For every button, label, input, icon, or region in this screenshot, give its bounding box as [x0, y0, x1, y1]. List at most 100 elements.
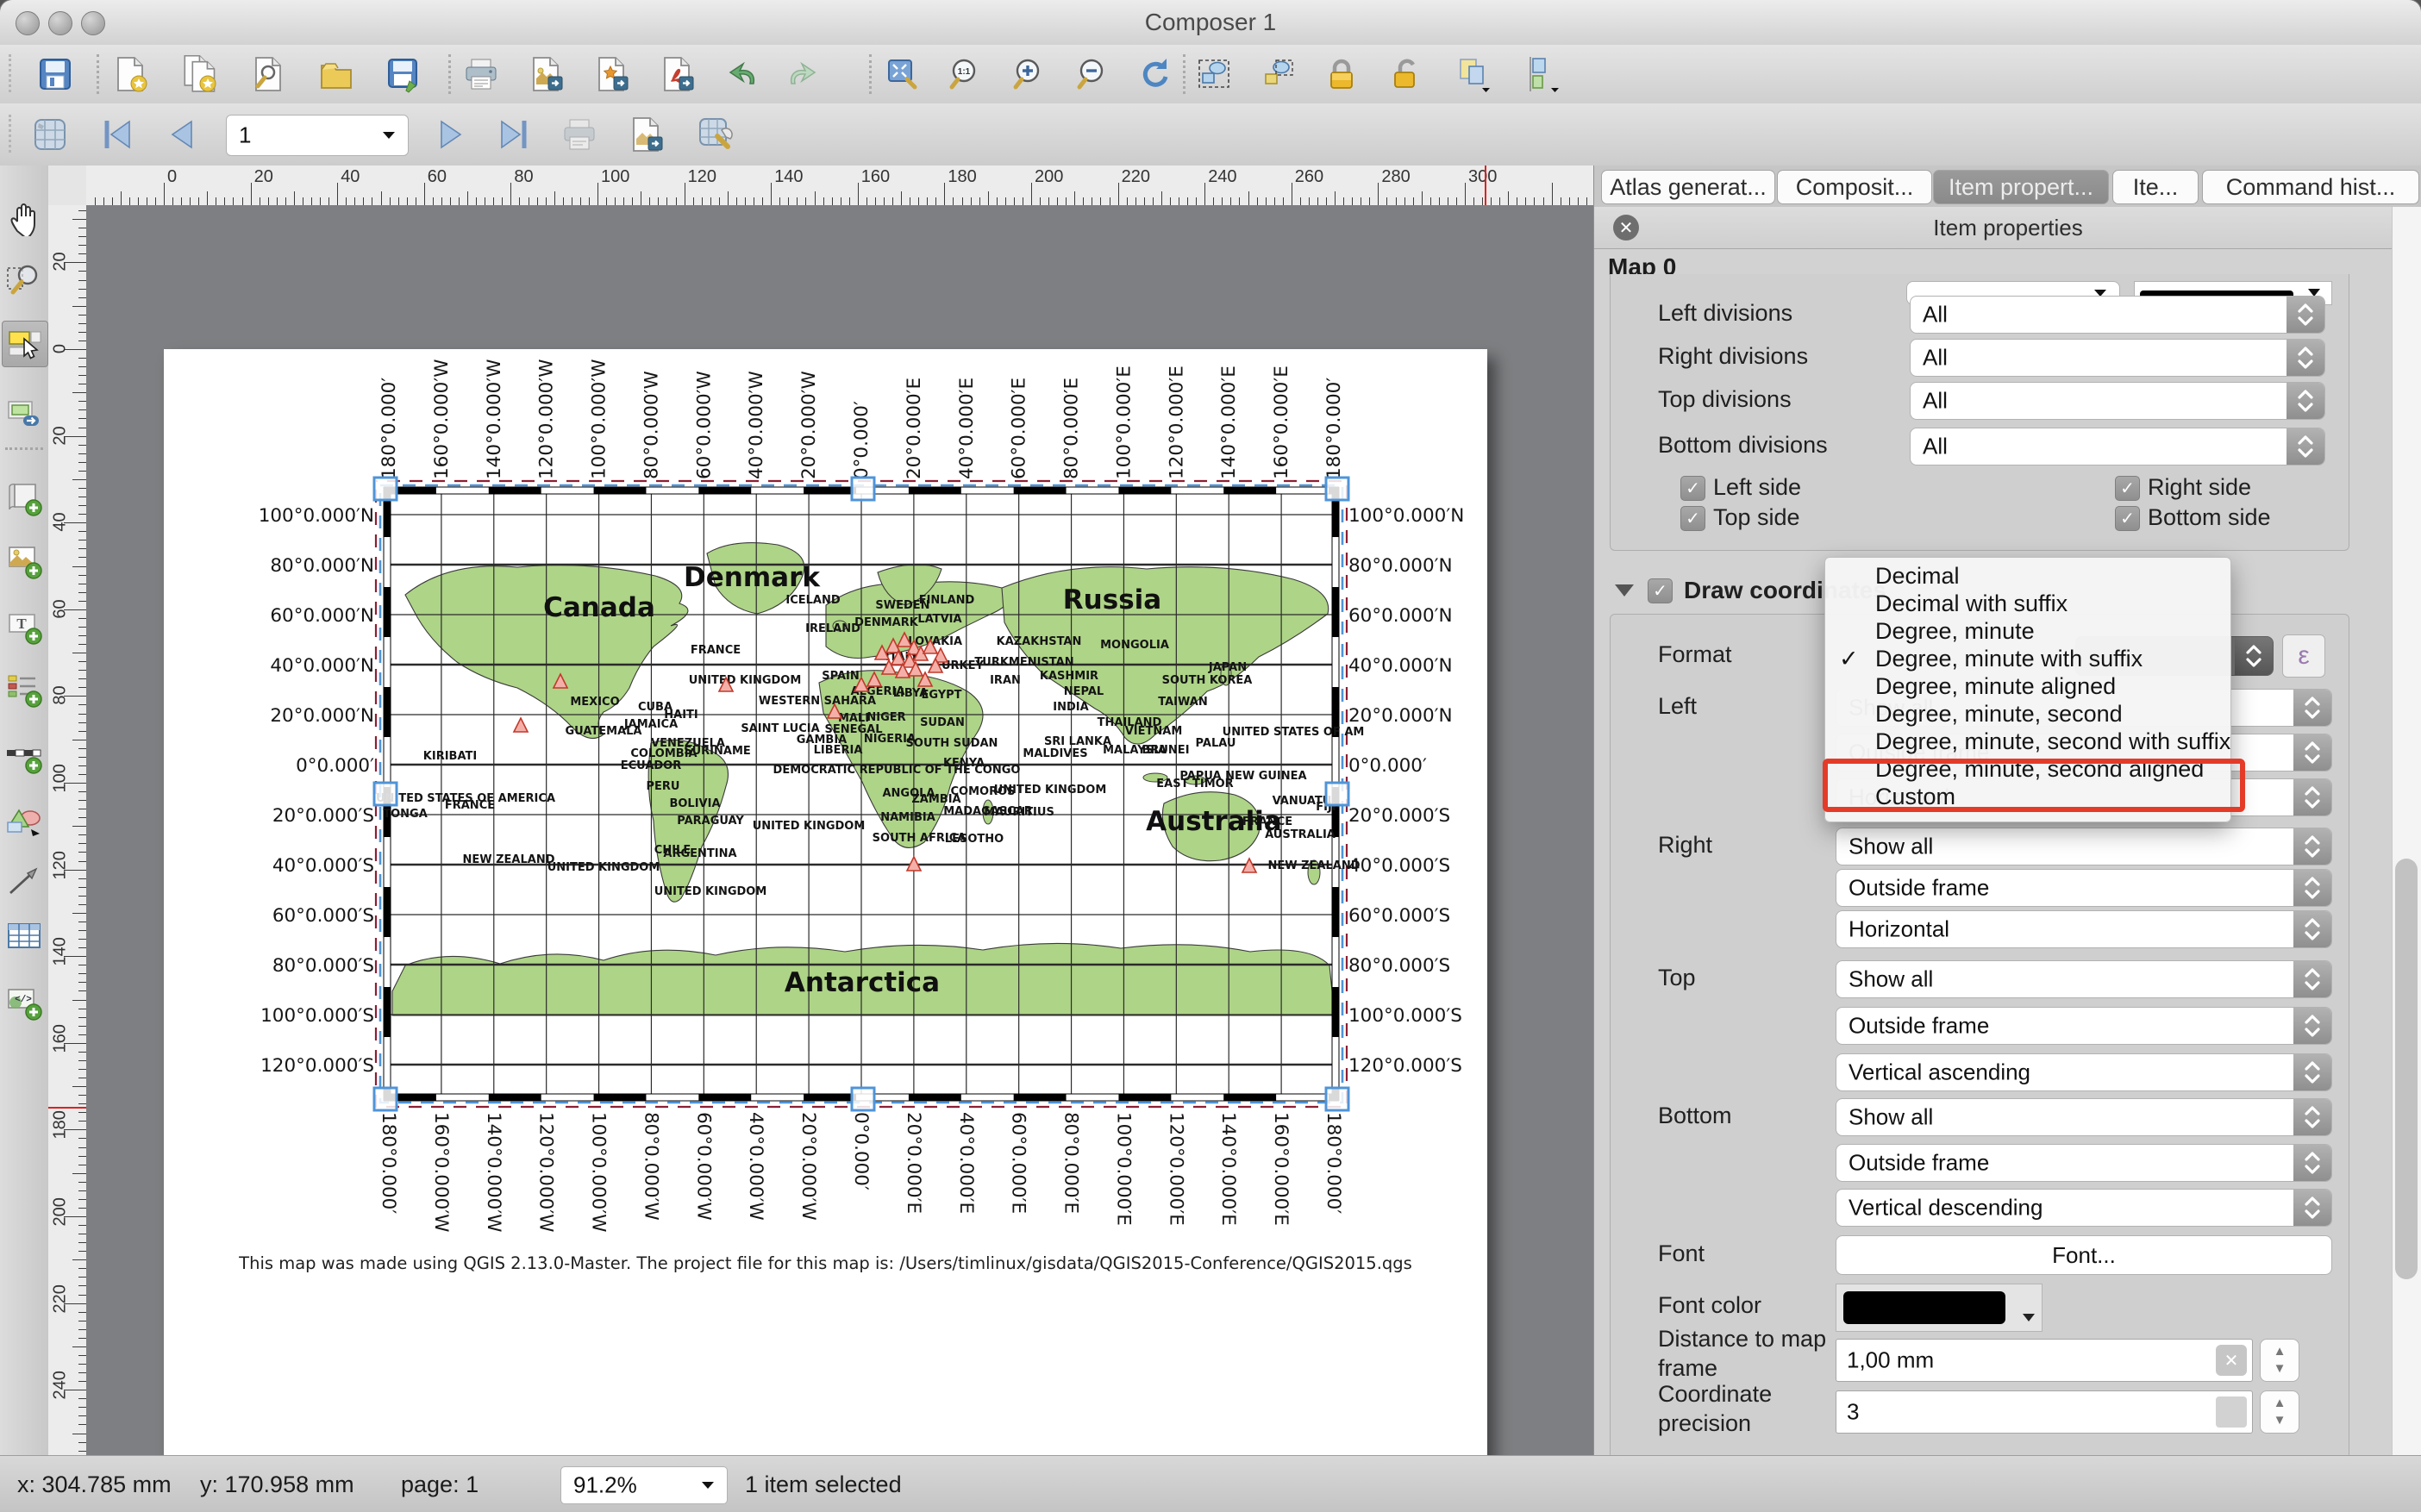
- zoom-in-icon[interactable]: [1007, 52, 1052, 97]
- top-option-2-select[interactable]: Vertical ascending: [1836, 1053, 2332, 1091]
- align-items-icon[interactable]: [1519, 52, 1564, 97]
- panel-scrollbar[interactable]: [2392, 207, 2421, 1455]
- menu-item-degree-minute[interactable]: Degree, minute: [1825, 618, 2230, 646]
- tab-commandhist[interactable]: Command hist...: [2202, 170, 2419, 204]
- bottom-side-checkbox[interactable]: ✓: [2115, 506, 2140, 531]
- pan-icon[interactable]: [2, 195, 47, 240]
- duplicate-composer-icon[interactable]: [178, 52, 222, 97]
- save-icon[interactable]: [33, 52, 78, 97]
- top-option-1-select[interactable]: Outside frame: [1836, 1007, 2332, 1045]
- ungroup-items-icon[interactable]: [1255, 52, 1300, 97]
- top-option-0-select[interactable]: Show all: [1836, 960, 2332, 998]
- right-option-1-select[interactable]: Outside frame: [1836, 869, 2332, 907]
- bottom-option-2-select[interactable]: Vertical descending: [1836, 1189, 2332, 1227]
- draw-coordinates-checkbox[interactable]: ✓: [1648, 578, 1673, 603]
- add-html-icon[interactable]: </>: [2, 980, 47, 1025]
- load-template-icon[interactable]: [314, 52, 359, 97]
- selection-handle[interactable]: [852, 478, 874, 500]
- selection-handle[interactable]: [852, 1088, 874, 1110]
- next-feature-icon[interactable]: [429, 112, 474, 157]
- right-divisions-select[interactable]: All: [1910, 339, 2325, 377]
- export-image-icon[interactable]: [524, 52, 569, 97]
- select-item-icon[interactable]: [2, 321, 48, 367]
- menu-item-degree-minute-second-with-suffix[interactable]: Degree, minute, second with suffix: [1825, 728, 2230, 756]
- first-feature-icon[interactable]: [93, 112, 138, 157]
- left-side-checkbox[interactable]: ✓: [1680, 476, 1705, 501]
- distance-to-map-frame-field[interactable]: 1,00 mm ✕: [1836, 1339, 2253, 1382]
- coordinate-precision-field[interactable]: 3: [1836, 1390, 2253, 1434]
- menu-item-degree-minute-second[interactable]: Degree, minute, second: [1825, 701, 2230, 728]
- raise-items-icon[interactable]: [1450, 52, 1495, 97]
- add-label-icon[interactable]: T: [2, 604, 47, 649]
- new-composer-icon[interactable]: [109, 52, 153, 97]
- add-legend-icon[interactable]: [2, 667, 47, 712]
- prev-feature-icon[interactable]: [159, 112, 203, 157]
- menu-item-decimal[interactable]: Decimal: [1825, 563, 2230, 590]
- undo-icon[interactable]: [719, 52, 764, 97]
- composer-manager-icon[interactable]: [247, 52, 291, 97]
- export-atlas-icon[interactable]: [624, 112, 669, 157]
- selection-handle[interactable]: [374, 783, 397, 805]
- tab-itempropert[interactable]: Item propert...: [1933, 170, 2109, 204]
- move-content-icon[interactable]: [2, 391, 47, 436]
- selection-handle[interactable]: [374, 478, 397, 500]
- ruler-tick: [78, 1451, 86, 1452]
- ruler-tick: [78, 1285, 86, 1286]
- redo-icon[interactable]: [781, 52, 826, 97]
- lock-items-icon[interactable]: [1319, 52, 1364, 97]
- add-shape-icon[interactable]: [2, 797, 47, 842]
- add-arrow-icon[interactable]: [2, 858, 47, 903]
- country-label: ICELAND: [785, 594, 840, 607]
- top-side-checkbox[interactable]: ✓: [1680, 506, 1705, 531]
- top-divisions-select[interactable]: All: [1910, 382, 2325, 420]
- tab-composit[interactable]: Composit...: [1777, 170, 1932, 204]
- tab-atlasgenerat[interactable]: Atlas generat...: [1601, 170, 1775, 204]
- export-svg-icon[interactable]: [590, 52, 635, 97]
- font-color-picker[interactable]: [1836, 1284, 2043, 1332]
- left-divisions-select[interactable]: All: [1910, 296, 2325, 334]
- export-pdf-icon[interactable]: [655, 52, 700, 97]
- precision-stepper[interactable]: ▲▼: [2260, 1390, 2299, 1434]
- add-table-icon[interactable]: [2, 915, 47, 959]
- refresh-view-icon[interactable]: [1131, 52, 1176, 97]
- zoom-full-icon[interactable]: [879, 52, 924, 97]
- menu-item-degree-minute-aligned[interactable]: Degree, minute aligned: [1825, 673, 2230, 701]
- section-expand-icon[interactable]: [1615, 584, 1634, 597]
- bottom-divisions-select[interactable]: All: [1910, 428, 2325, 465]
- atlas-settings-icon[interactable]: [693, 112, 738, 157]
- unlock-items-icon[interactable]: [1383, 52, 1428, 97]
- tab-ite[interactable]: Ite...: [2112, 170, 2199, 204]
- group-items-icon[interactable]: [1192, 52, 1236, 97]
- font-button[interactable]: Font...: [1836, 1235, 2332, 1275]
- bottom-option-1-select[interactable]: Outside frame: [1836, 1144, 2332, 1182]
- selection-handle[interactable]: [1326, 783, 1348, 805]
- zoom-level-combo[interactable]: 91.2%: [560, 1466, 728, 1504]
- zoom-out-icon[interactable]: [1071, 52, 1116, 97]
- clear-field-icon[interactable]: ✕: [2216, 1345, 2247, 1376]
- selection-handle[interactable]: [374, 1088, 397, 1110]
- svg-text:T: T: [16, 615, 27, 632]
- zoom-actual-icon[interactable]: 1:1: [943, 52, 988, 97]
- add-image-icon[interactable]: [2, 539, 47, 584]
- right-side-checkbox[interactable]: ✓: [2115, 476, 2140, 501]
- right-option-2-select[interactable]: Horizontal: [1836, 910, 2332, 948]
- add-scalebar-icon[interactable]: [2, 734, 47, 778]
- add-map-icon[interactable]: [2, 476, 47, 521]
- print-icon[interactable]: [459, 52, 504, 97]
- atlas-preview-icon[interactable]: [28, 112, 72, 157]
- save-as-template-icon[interactable]: [381, 52, 426, 97]
- bottom-option-0-select[interactable]: Show all: [1836, 1098, 2332, 1136]
- composition-canvas[interactable]: 180°0.000′160°0.000′W140°0.000′W120°0.00…: [86, 205, 1593, 1455]
- menu-item-decimal-with-suffix[interactable]: Decimal with suffix: [1825, 590, 2230, 618]
- last-feature-icon[interactable]: [493, 112, 538, 157]
- selection-handle[interactable]: [1326, 478, 1348, 500]
- panel-scrollbar-thumb[interactable]: [2395, 859, 2418, 1279]
- atlas-page-combo[interactable]: 1: [226, 115, 409, 156]
- distance-stepper[interactable]: ▲▼: [2260, 1339, 2299, 1382]
- menu-item-degree-minute-with-suffix[interactable]: ✓Degree, minute with suffix: [1825, 646, 2230, 673]
- zoom-region-icon[interactable]: [2, 258, 47, 303]
- selection-handle[interactable]: [1326, 1088, 1348, 1110]
- print-atlas-icon[interactable]: [557, 112, 602, 157]
- data-defined-expression-button[interactable]: ε: [2282, 634, 2325, 678]
- right-option-0-select[interactable]: Show all: [1836, 828, 2332, 865]
